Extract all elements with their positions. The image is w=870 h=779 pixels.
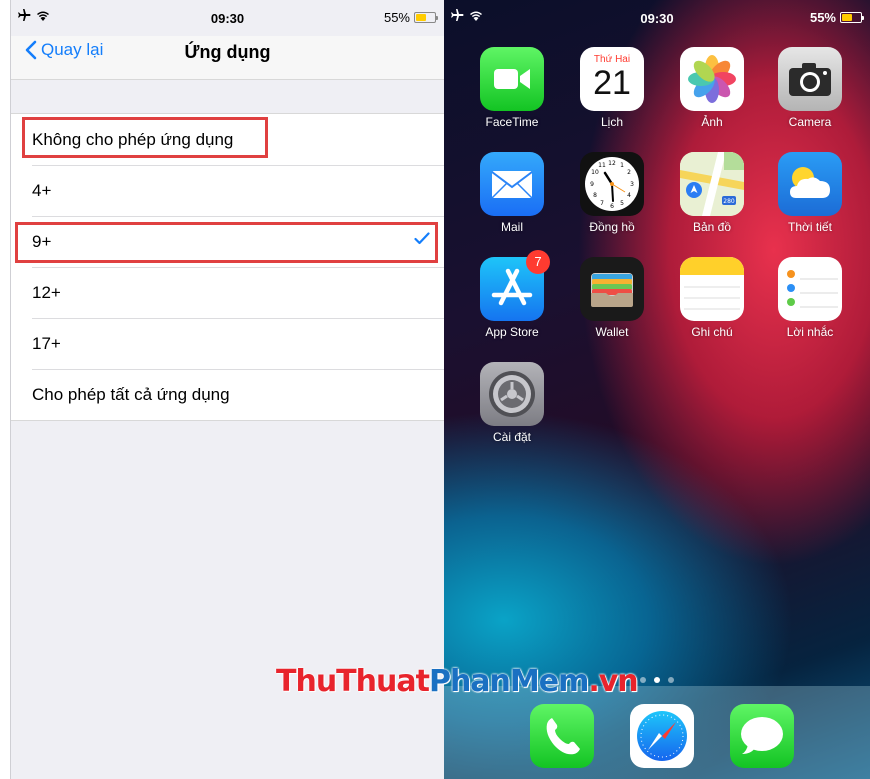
status-battery: 55% [383,10,438,25]
app-clock[interactable]: 12 1 2 3 4 5 6 7 8 9 10 11 Đồng hồ [572,152,652,234]
svg-text:3: 3 [630,181,634,188]
app-reminders[interactable]: Lời nhắc [770,257,850,339]
app-label: Lịch [600,115,623,129]
page-title: Ứng dụng [184,42,271,62]
camera-icon [778,47,842,111]
photos-icon [680,47,744,111]
app-label: Đồng hồ [589,220,635,234]
battery-icon [840,12,864,23]
svg-text:6: 6 [610,203,614,210]
svg-text:9: 9 [590,181,594,188]
home-screen: 09:30 55% FaceTime Thứ Hai 21 Lịch Ảnh C… [444,0,870,779]
battery-percent: 55% [809,10,836,25]
facetime-icon [480,47,544,111]
status-bar: 09:30 55% [444,0,870,36]
age-rating-list: Không cho phép ứng dụng 4+ 9+ 12+ 17+ Ch… [11,113,444,421]
settings-icon [480,362,544,426]
option-4-plus[interactable]: 4+ [11,165,444,216]
app-label: FaceTime [485,115,539,129]
app-app-store[interactable]: 7 App Store [472,250,552,339]
svg-text:10: 10 [591,169,599,176]
app-label: Wallet [595,325,629,339]
app-mail[interactable]: Mail [472,152,552,234]
app-label: Lời nhắc [786,325,834,339]
notes-icon [680,257,744,321]
option-9-plus[interactable]: 9+ [11,216,444,267]
app-label: Camera [788,115,832,129]
app-camera[interactable]: Camera [770,47,850,129]
wallet-icon [580,257,644,321]
option-12-plus[interactable]: 12+ [11,267,444,318]
watermark-part: .vn [588,664,638,699]
app-photos[interactable]: Ảnh [672,47,752,129]
watermark-part: ThuThuat [276,664,430,699]
status-time: 09:30 [210,11,245,26]
notification-badge: 7 [526,250,550,274]
page-dot [668,677,674,683]
watermark-part: PhanMem [428,664,589,699]
app-settings[interactable]: Cài đặt [472,362,552,444]
app-label: Mail [500,220,523,234]
option-label: Không cho phép ứng dụng [32,129,234,149]
weather-icon [778,152,842,216]
svg-text:11: 11 [598,162,606,169]
app-label: Ảnh [701,115,723,129]
clock-icon: 12 1 2 3 4 5 6 7 8 9 10 11 [580,152,644,216]
app-label: Thời tiết [788,220,832,234]
maps-icon: 280 [680,152,744,216]
settings-screen: 09:30 55% Quay lại Ứng dụng Không cho ph… [10,0,444,779]
svg-text:8: 8 [593,192,597,199]
app-wallet[interactable]: Wallet [572,257,652,339]
svg-text:2: 2 [627,169,631,176]
watermark-logo: ThuThuatPhanMem.vn [276,664,639,699]
option-allow-all-apps[interactable]: Cho phép tất cả ứng dụng [11,369,444,420]
reminders-icon [778,257,842,321]
option-label: 12+ [32,282,61,302]
battery-icon [414,12,438,23]
app-notes[interactable]: Ghi chú [672,257,752,339]
status-battery: 55% [809,10,864,25]
option-label: 4+ [32,180,52,200]
app-facetime[interactable]: FaceTime [472,47,552,129]
dock [444,686,870,779]
option-label: Cho phép tất cả ứng dụng [32,384,230,404]
calendar-day-number: 21 [593,64,631,102]
phone-icon[interactable] [530,704,594,768]
option-disallow-apps[interactable]: Không cho phép ứng dụng [11,114,444,165]
svg-text:5: 5 [620,200,624,207]
app-label: Bản đồ [692,220,732,234]
svg-text:4: 4 [627,192,631,199]
app-label: Cài đặt [492,430,532,444]
battery-percent: 55% [383,10,410,25]
navigation-bar: Quay lại Ứng dụng [11,36,444,80]
app-label: App Store [485,325,539,339]
app-weather[interactable]: Thời tiết [770,152,850,234]
maps-shield-label: 280 [723,198,735,205]
svg-text:1: 1 [620,162,624,169]
page-dot-active [654,677,660,683]
safari-icon[interactable] [630,704,694,768]
svg-text:12: 12 [608,160,616,167]
status-bar: 09:30 55% [11,0,444,36]
page-dot [640,677,646,683]
messages-icon[interactable] [730,704,794,768]
calendar-icon: Thứ Hai 21 [580,47,644,111]
app-label: Ghi chú [691,325,733,339]
mail-icon [480,152,544,216]
svg-text:7: 7 [600,200,604,207]
option-label: 9+ [32,231,52,251]
status-time: 09:30 [640,11,674,26]
app-maps[interactable]: 280 Bản đồ [672,152,752,234]
option-17-plus[interactable]: 17+ [11,318,444,369]
checkmark-icon [414,232,430,245]
app-calendar[interactable]: Thứ Hai 21 Lịch [572,47,652,129]
option-label: 17+ [32,333,61,353]
